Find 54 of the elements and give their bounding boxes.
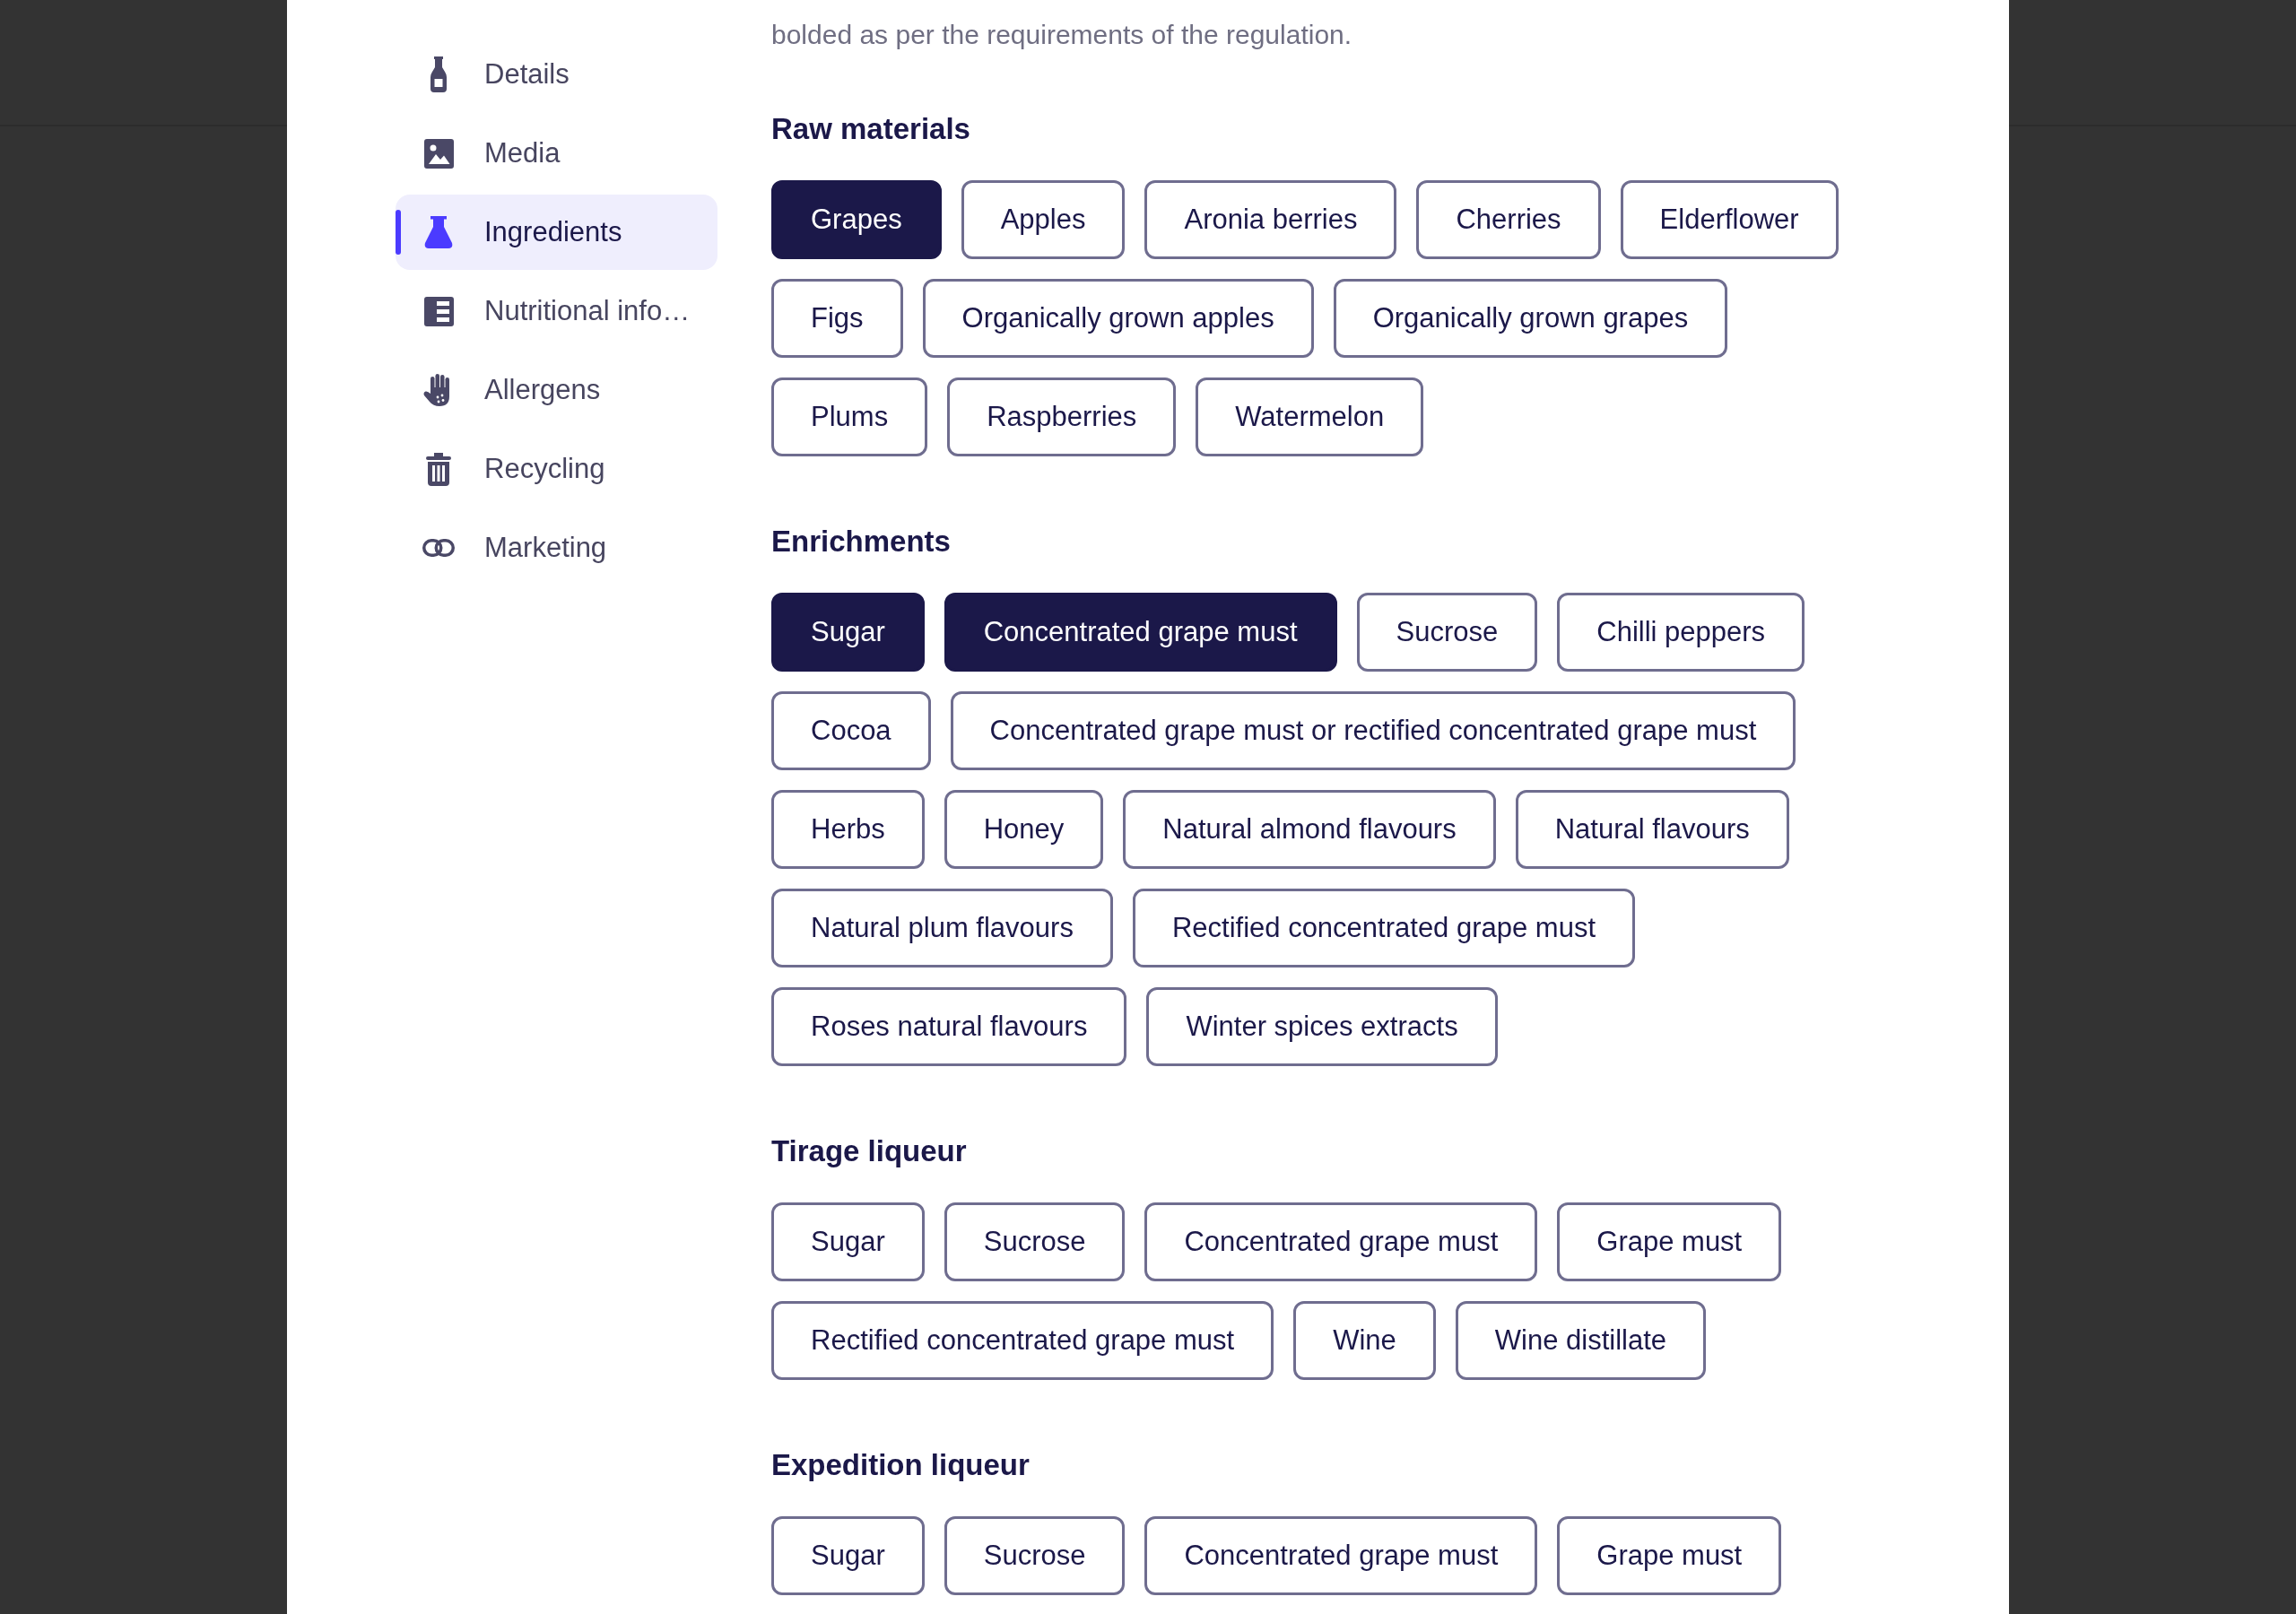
ingredient-option[interactable]: Winter spices extracts (1146, 987, 1498, 1066)
ingredient-option[interactable]: Concentrated grape must (944, 593, 1337, 672)
ingredient-option[interactable]: Concentrated grape must or rectified concentrated grape must (950, 691, 1796, 770)
ingredient-option[interactable]: Raspberries (947, 377, 1177, 456)
ingredient-option[interactable]: Aronia berries (1144, 180, 1397, 259)
bottle-icon (429, 56, 448, 92)
ingredient-option[interactable]: Rectified concentrated grape must (1132, 889, 1636, 968)
ingredient-option[interactable]: Sugar (771, 1516, 925, 1595)
ingredient-option[interactable]: Sucrose (944, 1516, 1126, 1595)
ingredient-option[interactable]: Wine (1293, 1301, 1436, 1380)
ingredient-option[interactable]: Grape must (1557, 1202, 1782, 1281)
ingredient-option[interactable]: Natural plum flavours (771, 889, 1113, 968)
ingredient-option[interactable]: Natural almond flavours (1123, 790, 1496, 869)
ingredient-option[interactable]: Natural flavours (1515, 790, 1789, 869)
ingredient-option[interactable]: Concentrated grape must (1144, 1202, 1538, 1281)
ingredient-option[interactable]: Cocoa (771, 691, 931, 770)
ingredient-option[interactable]: Rectified concentrated grape must (771, 1301, 1274, 1380)
ingredient-option[interactable]: Plums (771, 377, 928, 456)
ingredient-option[interactable]: Concentrated grape must (1144, 1516, 1538, 1595)
sidebar-item[interactable]: Nutritional info… (396, 273, 718, 349)
ingredient-option[interactable]: Elderflower (1620, 180, 1839, 259)
document-list-icon (423, 296, 454, 326)
ingredient-option[interactable]: Organically grown apples (922, 279, 1314, 358)
ingredient-option[interactable]: Sugar (771, 593, 925, 672)
ingredient-option[interactable]: Figs (771, 279, 903, 358)
section-heading: Tirage liqueur (771, 1133, 967, 1169)
ingredient-option[interactable]: Organically grown grapes (1333, 279, 1728, 358)
section-heading: Raw materials (771, 111, 970, 147)
ingredient-option[interactable]: Grapes (771, 180, 942, 259)
sidebar-item[interactable]: Details (396, 37, 718, 112)
ingredient-option[interactable]: Sugar (771, 1202, 925, 1281)
ingredient-option[interactable]: Sucrose (1356, 593, 1538, 672)
ingredient-option[interactable]: Watermelon (1196, 377, 1424, 456)
ingredient-option[interactable]: Cherries (1416, 180, 1601, 259)
sidebar-item[interactable]: Recycling (396, 431, 718, 507)
ingredient-option[interactable]: Herbs (771, 790, 925, 869)
ingredient-option[interactable]: Grape must (1557, 1516, 1782, 1595)
ingredient-option[interactable]: Honey (944, 790, 1104, 869)
ingredient-option[interactable]: Sucrose (944, 1202, 1126, 1281)
section-heading: Enrichments (771, 524, 951, 560)
ingredient-option[interactable]: Chilli peppers (1557, 593, 1805, 672)
sidebar-item[interactable]: Media (396, 116, 718, 191)
flask-icon (424, 216, 453, 248)
ingredient-option[interactable]: Wine distillate (1455, 1301, 1707, 1380)
link-icon (422, 539, 455, 557)
ingredient-option[interactable]: Roses natural flavours (771, 987, 1127, 1066)
ingredient-option[interactable]: Apples (961, 180, 1126, 259)
image-icon (423, 138, 454, 169)
section-heading: Expedition liqueur (771, 1447, 1030, 1483)
trash-icon (426, 452, 451, 486)
sidebar-item[interactable]: Ingredients (396, 195, 718, 270)
sidebar-item[interactable]: Marketing (396, 510, 718, 586)
description-text: bolded as per the requirements of the regulation. (771, 19, 1353, 51)
sidebar-item[interactable]: Allergens (396, 352, 718, 428)
